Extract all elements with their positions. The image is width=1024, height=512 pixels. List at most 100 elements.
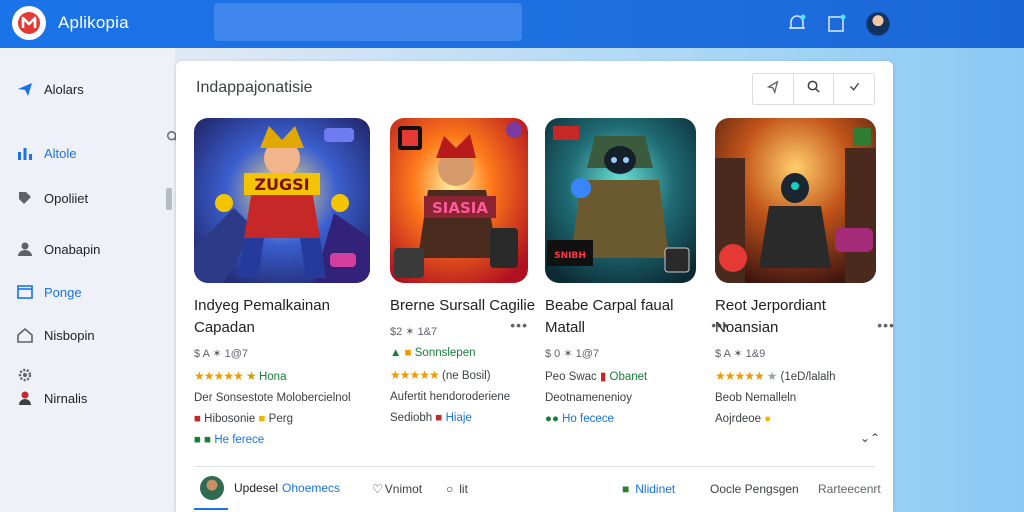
sidebar-item-alolars[interactable]: Alolars xyxy=(16,78,84,100)
share-arrow-icon xyxy=(16,80,34,98)
tab-item-2[interactable]: ♡ Vnimot xyxy=(372,482,422,496)
sidebar-item-altole[interactable]: Altole xyxy=(16,142,77,164)
sidebar-item-nisbopin[interactable]: Nisbopin xyxy=(16,324,95,346)
game-badges: ■ ■ He ferece xyxy=(194,434,370,446)
tab-label: Oocle Pengsgen xyxy=(710,482,799,496)
bottom-tab-bar: Updesel Ohoemecs ♡ Vnimot ○ lit ■ Nlidin… xyxy=(194,474,881,512)
game-developer: ★★★★★ (ne Bosil) xyxy=(390,368,566,382)
expand-chevron-icon[interactable]: ⌄⌃ xyxy=(860,431,880,445)
game-tags: ■ Hibosonie ■ Perg xyxy=(194,413,370,425)
tab-updates[interactable]: Updesel Ohoemecs xyxy=(200,476,340,500)
tab-item-5[interactable]: Oocle Pengsgen xyxy=(710,482,799,496)
game-title[interactable]: Reot Jerpordiant Noansian xyxy=(715,295,885,339)
sidebar-item-label: Ponge xyxy=(44,284,82,300)
game-meta: $2 ✶ 1&7 xyxy=(390,326,438,338)
rating-row: ▲ ■ Sonnslepen xyxy=(390,347,566,359)
more-options-icon[interactable]: ••• xyxy=(877,317,895,333)
badge-label: Hiaje xyxy=(445,412,472,424)
divider xyxy=(194,466,875,467)
app-logo-icon[interactable] xyxy=(12,6,46,40)
game-badges: ●● Ho fecece xyxy=(545,413,721,425)
svg-text:SNIBH: SNIBH xyxy=(554,251,586,261)
share-icon[interactable] xyxy=(826,12,848,34)
tab-item-4[interactable]: ■ Nlidinet xyxy=(622,482,675,496)
tab-sub-label: Ohoemecs xyxy=(282,481,341,495)
badge-label: Sediobh xyxy=(390,412,433,424)
account-icon xyxy=(16,389,34,407)
heart-icon: ♡ xyxy=(372,482,383,496)
top-app-bar: Aplikopia xyxy=(0,0,1024,48)
star-empty-icon: ★ xyxy=(767,371,778,383)
main-content-card: Indappajonatisie ZUGSI Indyeg Pemalkaina… xyxy=(176,61,894,512)
search-input[interactable] xyxy=(214,3,522,41)
game-tags: Aojrdeoe ● xyxy=(715,413,891,425)
badge-icon: ■ xyxy=(194,434,201,446)
rating-row: ★★★★★ ★ (1eD/lalalh xyxy=(715,369,891,383)
sidebar-item-settings[interactable] xyxy=(16,364,44,386)
badge-label: Ho fecece xyxy=(562,413,614,425)
search-icon xyxy=(806,79,821,99)
notifications-icon[interactable] xyxy=(786,12,808,34)
svg-text:SIASIA: SIASIA xyxy=(432,199,488,217)
rating-label: Obanet xyxy=(609,371,648,383)
sidebar-item-ponge[interactable]: Ponge xyxy=(16,281,82,303)
sidebar-item-nirnalis[interactable]: Nirnalis xyxy=(16,387,87,409)
game-meta: $ A ✶ 1&9 xyxy=(715,348,766,360)
rating-label: Peo Swac xyxy=(545,371,597,383)
game-thumbnail[interactable]: ZUGSI xyxy=(194,118,370,283)
sidebar-item-label: Nisbopin xyxy=(44,327,95,343)
sidebar-item-onabapin[interactable]: Onabapin xyxy=(16,238,100,260)
game-meta: $ 0 ✶ 1@7 xyxy=(545,348,600,360)
game-thumbnail[interactable]: SIASIA xyxy=(390,118,528,283)
game-thumbnail[interactable]: SNIBH xyxy=(545,118,696,283)
tab-item-6[interactable]: Rarteecenrt xyxy=(818,482,881,496)
game-meta: $ A ✶ 1@7 xyxy=(194,348,249,360)
sidebar-item-label: Onabapin xyxy=(44,241,101,257)
tab-label: Vnimot xyxy=(384,482,423,496)
game-badges: Sediobh ■ Hiaje xyxy=(390,412,566,424)
game-card[interactable]: SIASIA Brerne Sursall Cagilie ••• $2 ✶ 1… xyxy=(390,118,566,424)
tab-label: Nlidinet xyxy=(635,482,676,496)
sidebar-item-label: Opoliiet xyxy=(44,190,89,206)
search-button[interactable] xyxy=(794,74,835,104)
game-card[interactable]: SNIBH Beabe Carpal faual Matall ••• $ 0 … xyxy=(545,118,728,425)
tag-label: Perg xyxy=(268,413,293,425)
game-title[interactable]: Brerne Sursall Cagilie xyxy=(390,295,560,317)
svg-text:ZUGSI: ZUGSI xyxy=(254,175,309,194)
game-developer: Deotnamenenioy xyxy=(545,392,632,404)
achievement-icon: ▲ xyxy=(390,347,402,359)
sidebar-item-label: Alolars xyxy=(44,81,84,97)
game-title[interactable]: Indyeg Pemalkainan Capadan xyxy=(194,295,364,339)
game-card[interactable]: Reot Jerpordiant Noansian ••• $ A ✶ 1&9 … xyxy=(715,118,894,425)
user-avatar[interactable] xyxy=(866,12,890,36)
badge-icon: ■ xyxy=(435,412,443,424)
more-options-icon[interactable]: ••• xyxy=(510,317,528,333)
rating-label: Sonnslepen xyxy=(414,347,476,359)
navigate-icon xyxy=(766,79,780,99)
rating-label: (1eD/lalalh xyxy=(780,371,836,383)
rating-row: Peo Swac ▮ Obanet xyxy=(545,369,721,383)
coin-icon: ■ xyxy=(258,413,266,425)
game-thumbnail[interactable] xyxy=(715,118,876,283)
developer-label: (ne Bosil) xyxy=(442,370,491,382)
game-title[interactable]: Beabe Carpal faual Matall xyxy=(545,295,715,339)
person-icon xyxy=(16,240,34,258)
game-tags: Aufertit hendoroderiene xyxy=(390,391,511,403)
navigate-button[interactable] xyxy=(753,74,794,104)
sidebar-item-label: Nirnalis xyxy=(44,390,88,406)
page-title: Indappajonatisie xyxy=(196,79,313,96)
sidebar: Alolars Altole Opoliiet Onabapin Ponge N… xyxy=(0,48,179,512)
badge-icon: ●● xyxy=(545,413,559,425)
confirm-button[interactable] xyxy=(834,74,874,104)
active-tab-indicator xyxy=(194,508,228,510)
star-rating-icon: ★★★★★ xyxy=(194,369,244,383)
game-card[interactable]: ZUGSI Indyeg Pemalkainan Capadan $ A ✶ 1… xyxy=(194,118,370,446)
badge-label: He ferece xyxy=(214,434,265,446)
gift-icon: ■ xyxy=(194,413,201,425)
sidebar-scrollbar[interactable] xyxy=(166,188,172,210)
tab-item-3[interactable]: ○ lit xyxy=(446,482,468,496)
rating-label: Hona xyxy=(258,371,287,383)
tag-label: Hibosonie xyxy=(204,413,256,425)
app-icon: ■ xyxy=(622,482,630,496)
sidebar-item-opoliiet[interactable]: Opoliiet xyxy=(16,187,88,209)
